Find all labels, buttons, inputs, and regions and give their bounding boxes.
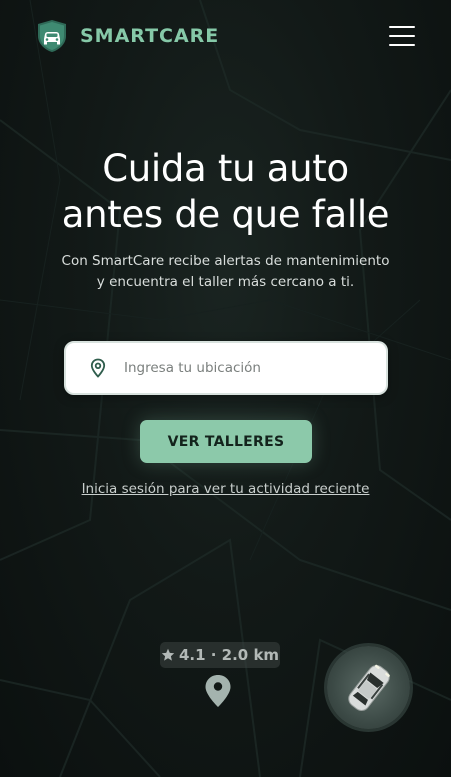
app-screen: SMARTCARE Cuida tu auto antes de que fal… — [0, 0, 451, 777]
star-icon — [161, 648, 175, 661]
location-pin-icon — [90, 358, 106, 378]
my-car-button[interactable] — [327, 646, 410, 729]
hero-title: Cuida tu auto antes de que falle — [0, 146, 451, 238]
car-shield-icon — [38, 20, 66, 52]
see-workshops-button[interactable]: VER TALLERES — [140, 420, 312, 463]
login-link[interactable]: Inicia sesión para ver tu actividad reci… — [0, 481, 451, 497]
hero-subtitle: Con SmartCare recibe alertas de mantenim… — [40, 251, 411, 293]
location-search-box[interactable] — [64, 341, 388, 395]
location-input[interactable] — [122, 359, 366, 377]
brand[interactable]: SMARTCARE — [36, 19, 219, 53]
workshop-rating-chip[interactable]: 4.1 · 2.0 km — [160, 642, 280, 668]
top-bar: SMARTCARE — [36, 16, 415, 56]
hero-subtitle-line-1: Con SmartCare recibe alertas de mantenim… — [61, 253, 390, 269]
car-top-view-icon — [347, 664, 390, 711]
hamburger-menu-icon[interactable] — [389, 24, 415, 48]
map-pin-icon[interactable] — [203, 674, 233, 708]
hero-subtitle-line-2: y encuentra el taller más cercano a ti. — [96, 274, 355, 290]
brand-name: SMARTCARE — [80, 25, 220, 47]
rating-distance-text: 4.1 · 2.0 km — [178, 646, 280, 664]
hero-title-line-2: antes de que falle — [61, 193, 390, 236]
hero-title-line-1: Cuida tu auto — [102, 147, 349, 190]
